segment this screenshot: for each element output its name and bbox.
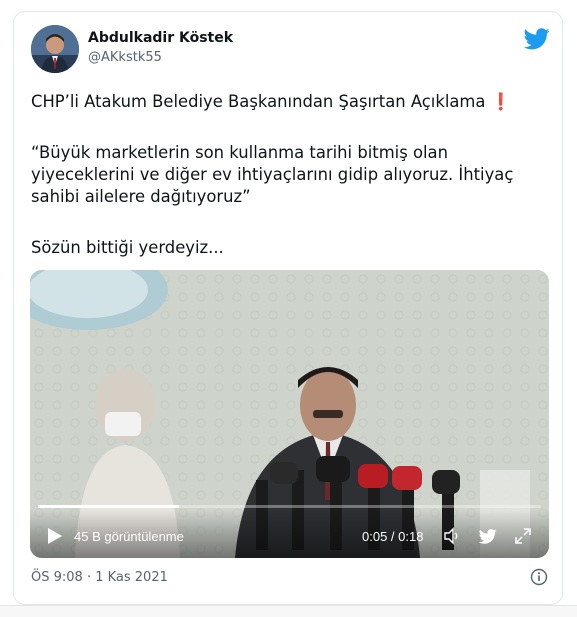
video-progress-bar[interactable]	[38, 505, 541, 508]
video-progress-fill	[38, 505, 179, 508]
play-icon[interactable]	[48, 528, 62, 544]
avatar-image	[31, 25, 79, 73]
author-handle[interactable]: @AKkstk55	[88, 50, 162, 65]
page-bottom-strip	[0, 606, 577, 617]
twitter-bird-icon[interactable]	[479, 529, 497, 544]
avatar[interactable]	[31, 25, 79, 73]
quote-line-3: sahibi ailelere dağıtıyoruz”	[31, 187, 251, 206]
video-time: 0:05 / 0:18	[362, 529, 424, 544]
exclamation-emoji: ❗	[490, 92, 512, 111]
headline-text: CHP’li Atakum Belediye Başkanından Şaşır…	[31, 92, 486, 111]
fullscreen-icon[interactable]	[514, 527, 532, 545]
video-views: 45 B görüntülenme	[74, 529, 184, 544]
volume-icon[interactable]	[443, 527, 461, 545]
tweet-closing-text: Sözün bittiği yerdeyiz...	[31, 238, 224, 257]
tweet-timestamp[interactable]: ÖS 9:08 · 1 Kas 2021	[31, 570, 168, 585]
info-icon[interactable]	[530, 568, 548, 586]
twitter-bird-icon[interactable]	[524, 28, 550, 50]
quote-line-1: “Büyük marketlerin son kullanma tarihi b…	[31, 143, 448, 162]
video-player[interactable]: 45 B görüntülenme 0:05 / 0:18	[30, 270, 549, 558]
tweet-card[interactable]: Abdulkadir Köstek @AKkstk55 CHP’li Ataku…	[13, 11, 563, 605]
author-name[interactable]: Abdulkadir Köstek	[88, 30, 233, 46]
tweet-headline: CHP’li Atakum Belediye Başkanından Şaşır…	[31, 91, 551, 112]
quote-line-2: yiyeceklerini ve diğer ev ihtiyaçlarını …	[31, 165, 514, 184]
